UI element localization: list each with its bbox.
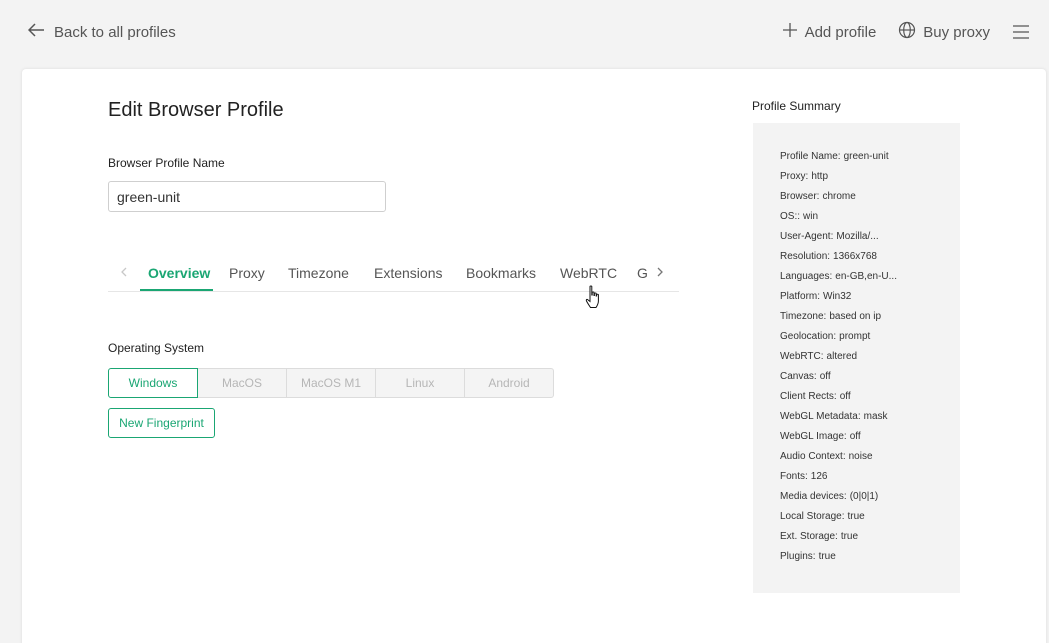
summary-row: Geolocation: prompt	[780, 331, 871, 342]
tab-geolocation[interactable]: G	[637, 265, 648, 281]
tabs-scroll-left-icon[interactable]	[117, 265, 131, 279]
arrow-left-icon	[27, 23, 45, 41]
os-selector: Windows MacOS MacOS M1 Linux Android	[108, 368, 558, 398]
summary-row: Resolution: 1366x768	[780, 251, 877, 262]
edit-profile-card: Edit Browser Profile Browser Profile Nam…	[22, 69, 1046, 643]
add-profile-label: Add profile	[804, 23, 877, 41]
hamburger-menu-icon[interactable]	[1012, 24, 1030, 40]
summary-row: Audio Context: noise	[780, 451, 873, 462]
profile-name-input[interactable]	[108, 181, 386, 212]
page-title: Edit Browser Profile	[108, 99, 284, 121]
tab-bookmarks[interactable]: Bookmarks	[466, 265, 536, 281]
top-actions: Add profile Buy proxy	[782, 20, 1049, 44]
globe-icon	[898, 21, 916, 43]
summary-row: Ext. Storage: true	[780, 531, 859, 542]
tab-webrtc[interactable]: WebRTC	[560, 265, 617, 281]
summary-row: User-Agent: Mozilla/...	[780, 231, 879, 242]
profile-summary: Profile Name: green-unit Proxy: http Brows…	[753, 123, 960, 593]
back-to-profiles-link[interactable]: Back to all profiles	[27, 21, 176, 43]
summary-row: Canvas: off	[780, 371, 831, 382]
tab-overview[interactable]: Overview	[148, 265, 210, 281]
summary-row: Proxy: http	[780, 171, 829, 182]
os-option-linux[interactable]: Linux	[375, 368, 465, 398]
summary-row: WebGL Image: off	[780, 431, 861, 442]
summary-row: Media devices: (0|0|1)	[780, 491, 879, 502]
os-label: Operating System	[108, 341, 205, 355]
active-tab-indicator	[140, 289, 213, 291]
summary-row: Timezone: based on ip	[780, 311, 882, 322]
summary-row: WebGL Metadata: mask	[780, 411, 888, 422]
os-option-macos-m1[interactable]: MacOS M1	[286, 368, 376, 398]
tab-timezone[interactable]: Timezone	[288, 265, 349, 281]
os-option-windows[interactable]: Windows	[108, 368, 198, 398]
hand-pointer-cursor-icon	[585, 285, 599, 308]
summary-row: Local Storage: true	[780, 511, 865, 522]
buy-proxy-label: Buy proxy	[923, 23, 990, 41]
summary-title: Profile Summary	[752, 99, 841, 113]
summary-row: Fonts: 126	[780, 471, 828, 482]
new-fingerprint-button[interactable]: New Fingerprint	[108, 408, 215, 438]
plus-icon	[782, 22, 798, 42]
os-option-macos[interactable]: MacOS	[197, 368, 287, 398]
tabs-scroll-right-icon[interactable]	[653, 265, 667, 279]
back-link-label: Back to all profiles	[54, 23, 176, 41]
summary-row: Plugins: true	[780, 551, 836, 562]
summary-row: Languages: en-GB,en-U...	[780, 271, 897, 282]
os-option-android[interactable]: Android	[464, 368, 554, 398]
summary-row: Browser: chrome	[780, 191, 856, 202]
summary-row: WebRTC: altered	[780, 351, 858, 362]
tab-extensions[interactable]: Extensions	[374, 265, 442, 281]
profile-name-label: Browser Profile Name	[108, 156, 225, 170]
summary-row: Platform: Win32	[780, 291, 852, 302]
tab-proxy[interactable]: Proxy	[229, 265, 265, 281]
summary-row: Profile Name: green-unit	[780, 151, 889, 162]
buy-proxy-button[interactable]: Buy proxy	[898, 21, 990, 43]
summary-row: OS:: win	[780, 211, 819, 222]
top-bar: Back to all profiles Add profile Buy pro…	[0, 0, 1049, 64]
add-profile-button[interactable]: Add profile	[782, 22, 877, 42]
summary-row: Client Rects: off	[780, 391, 851, 402]
